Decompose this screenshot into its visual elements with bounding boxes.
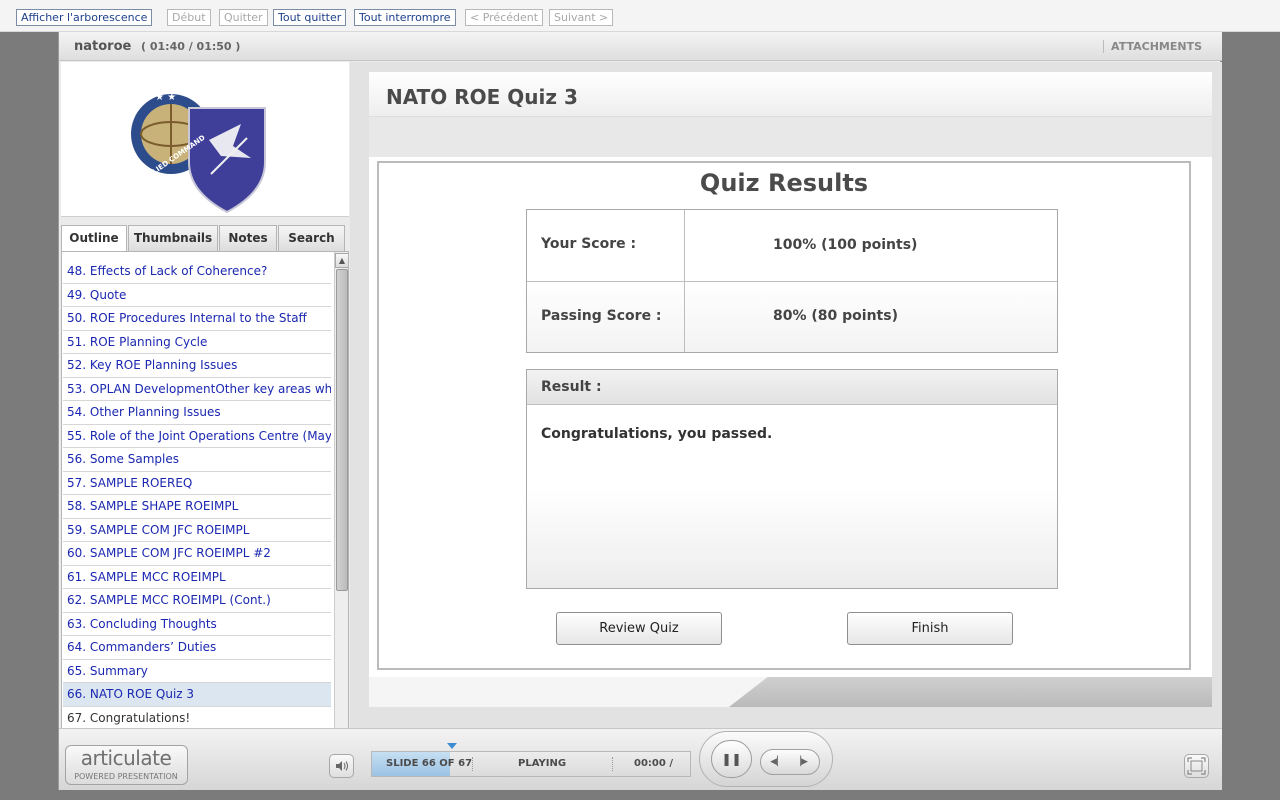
result-label: Result : — [541, 379, 602, 395]
outline-item-54[interactable]: 54. Other Planning Issues — [63, 401, 331, 425]
show-tree-button[interactable]: Afficher l'arborescence — [16, 9, 153, 26]
previous-button[interactable]: < Précédent — [465, 9, 544, 26]
outline-item-50[interactable]: 50. ROE Procedures Internal to the Staff — [63, 307, 331, 331]
result-message: Congratulations, you passed. — [541, 426, 773, 442]
svg-text:★ ★ ★: ★ ★ ★ — [143, 92, 176, 103]
progress-separator — [612, 757, 613, 771]
outline-item-53[interactable]: 53. OPLAN DevelopmentOther key areas whe — [63, 378, 331, 401]
brand-tagline: POWERED PRESENTATION — [74, 772, 178, 781]
passing-score-label: Passing Score : — [541, 308, 662, 324]
outline-item-64[interactable]: 64. Commanders’ Duties — [63, 636, 331, 660]
outline-item-67[interactable]: 67. Congratulations! — [63, 707, 331, 730]
tab-notes[interactable]: Notes — [219, 225, 277, 251]
playback-controls: ❚❚ ◀▏ ▕▶ — [699, 731, 833, 787]
outline-scrollbar[interactable]: ▲ ▼ — [334, 252, 348, 754]
score-table: Your Score : 100% (100 points) Passing S… — [526, 209, 1058, 353]
outline-item-65[interactable]: 65. Summary — [63, 660, 331, 683]
playback-status: PLAYING — [518, 758, 567, 769]
articulate-logo: articulate POWERED PRESENTATION — [65, 745, 188, 785]
attachments-link[interactable]: ATTACHMENTS — [1103, 40, 1202, 53]
outline-item-49[interactable]: 49. Quote — [63, 284, 331, 307]
start-button[interactable]: Début — [167, 9, 211, 26]
your-score-value: 100% (100 points) — [773, 237, 918, 253]
outline-item-60[interactable]: 60. SAMPLE COM JFC ROEIMPL #2 — [63, 542, 331, 566]
player-title-bar: natoroe ( 01:40 / 01:50 ) ATTACHMENTS — [59, 32, 1222, 61]
outline-item-55[interactable]: 55. Role of the Joint Operations Centre … — [63, 425, 331, 448]
quiz-results-panel: Quiz Results Your Score : 100% (100 poin… — [377, 161, 1191, 670]
outline-item-63[interactable]: 63. Concluding Thoughts — [63, 613, 331, 636]
finish-button[interactable]: Finish — [847, 612, 1013, 645]
tab-search[interactable]: Search — [278, 225, 345, 251]
slide-nav-pill: ◀▏ ▕▶ — [760, 749, 820, 775]
player-controls: articulate POWERED PRESENTATION SLIDE 66… — [59, 728, 1222, 790]
slide-footer-accent — [729, 677, 1212, 707]
progress-marker-icon[interactable] — [447, 743, 457, 749]
passing-score-value: 80% (80 points) — [773, 308, 898, 324]
outline-list: 48. Effects of Lack of Coherence? 49. Qu… — [61, 251, 349, 755]
slide-area: NATO ROE Quiz 3 Quiz Results Your Score … — [350, 62, 1222, 758]
lms-toolbar: Afficher l'arborescence Début Quitter To… — [0, 0, 1280, 32]
allied-command-emblem-icon: ★ ★ ★ ALLIED COMMAND — [131, 92, 266, 214]
outline-item-58[interactable]: 58. SAMPLE SHAPE ROEIMPL — [63, 495, 331, 519]
outline-item-66[interactable]: 66. NATO ROE Quiz 3 — [63, 683, 331, 707]
slide-subheader — [369, 117, 1212, 157]
your-score-label: Your Score : — [541, 236, 637, 252]
your-score-row: Your Score : 100% (100 points) — [527, 210, 1057, 281]
slide-title: NATO ROE Quiz 3 — [386, 85, 578, 109]
elapsed-time: 00:00 / — [634, 758, 673, 769]
course-time: ( 01:40 / 01:50 ) — [141, 40, 241, 53]
score-divider — [684, 210, 685, 352]
next-icon[interactable]: ▕▶ — [793, 755, 809, 769]
outline-item-56[interactable]: 56. Some Samples — [63, 448, 331, 472]
interrupt-all-button[interactable]: Tout interrompre — [354, 9, 456, 26]
outline-item-62[interactable]: 62. SAMPLE MCC ROEIMPL (Cont.) — [63, 589, 331, 613]
course-name: natoroe — [74, 39, 132, 54]
outline-item-59[interactable]: 59. SAMPLE COM JFC ROEIMPL — [63, 519, 331, 542]
results-title: Quiz Results — [699, 169, 869, 197]
passing-score-row: Passing Score : 80% (80 points) — [527, 281, 1057, 352]
scroll-thumb[interactable] — [336, 269, 348, 591]
slide-progress-bar[interactable]: SLIDE 66 OF 67 PLAYING 00:00 / — [371, 743, 691, 777]
outline-item-51[interactable]: 51. ROE Planning Cycle — [63, 331, 331, 354]
brand-name: articulate — [80, 746, 172, 770]
quit-all-button[interactable]: Tout quitter — [273, 9, 347, 26]
sidebar-tabs: Outline Thumbnails Notes Search — [61, 225, 349, 252]
next-button[interactable]: Suivant > — [549, 9, 614, 26]
tab-outline[interactable]: Outline — [61, 225, 127, 252]
quit-button[interactable]: Quitter — [219, 9, 268, 26]
result-header: Result : — [527, 370, 1057, 405]
slide: NATO ROE Quiz 3 Quiz Results Your Score … — [369, 72, 1212, 707]
scroll-up-icon[interactable]: ▲ — [335, 253, 348, 268]
result-box: Result : Congratulations, you passed. — [526, 369, 1058, 589]
review-quiz-button[interactable]: Review Quiz — [556, 612, 722, 645]
outline-item-61[interactable]: 61. SAMPLE MCC ROEIMPL — [63, 566, 331, 589]
slide-counter: SLIDE 66 OF 67 — [386, 758, 473, 769]
logo-area: ★ ★ ★ ALLIED COMMAND — [61, 62, 349, 217]
presentation-player: natoroe ( 01:40 / 01:50 ) ATTACHMENTS ★ … — [58, 32, 1222, 790]
previous-icon[interactable]: ◀▏ — [769, 755, 785, 769]
outline-item-52[interactable]: 52. Key ROE Planning Issues — [63, 354, 331, 378]
slide-header: NATO ROE Quiz 3 — [369, 72, 1212, 117]
fullscreen-icon[interactable] — [1184, 754, 1209, 778]
outline-item-57[interactable]: 57. SAMPLE ROEREQ — [63, 472, 331, 495]
pause-icon[interactable]: ❚❚ — [711, 740, 752, 778]
progress-separator — [472, 757, 473, 771]
outline-item-48[interactable]: 48. Effects of Lack of Coherence? — [63, 260, 331, 284]
tab-thumbnails[interactable]: Thumbnails — [128, 225, 218, 251]
speaker-icon[interactable] — [329, 754, 354, 778]
